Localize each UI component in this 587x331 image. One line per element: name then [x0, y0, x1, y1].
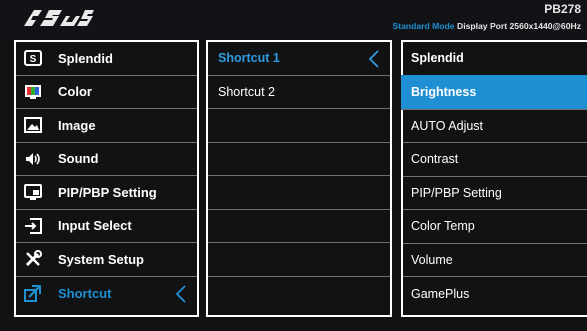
menu-item-image[interactable]: Image [16, 109, 197, 143]
option-label: Brightness [411, 84, 477, 99]
option-brightness[interactable]: Brightness [401, 74, 587, 110]
menu-label: Splendid [58, 50, 113, 66]
submenu-item-shortcut-1[interactable]: Shortcut 1 [208, 42, 390, 76]
submenu-empty-row [208, 243, 390, 277]
option-color-temp[interactable]: Color Temp [403, 210, 587, 244]
resolution-label: 2560x1440@60Hz [509, 21, 581, 31]
color-icon [24, 83, 42, 101]
menu-label: Color [58, 84, 92, 100]
asus-logo [24, 10, 94, 26]
svg-text:S: S [30, 54, 37, 65]
options-list: Splendid Brightness AUTO Adjust Contrast… [401, 40, 587, 317]
option-gameplus[interactable]: GamePlus [403, 277, 587, 311]
splendid-icon: S [24, 49, 42, 67]
option-label: Contrast [411, 152, 459, 167]
submenu-label: Shortcut 2 [218, 84, 275, 99]
shortcut-icon [24, 284, 42, 303]
mode-label: Standard Mode [392, 21, 455, 31]
option-label: GamePlus [411, 286, 470, 301]
submenu-empty-row [208, 176, 390, 210]
option-label: Splendid [411, 51, 464, 66]
option-pip-pbp-setting[interactable]: PIP/PBP Setting [403, 177, 587, 210]
option-contrast[interactable]: Contrast [403, 143, 587, 177]
option-volume[interactable]: Volume [403, 244, 587, 277]
menu-label: Sound [58, 151, 99, 167]
menu-item-system-setup[interactable]: System Setup [16, 243, 197, 277]
tools-icon [24, 250, 42, 268]
menu-label: PIP/PBP Setting [58, 184, 157, 200]
main-menu: S Splendid Color Image Sound PIP/PBP Set… [14, 40, 199, 317]
menu-item-input-select[interactable]: Input Select [16, 210, 197, 243]
input-icon [24, 217, 42, 235]
top-bar: PB278 Standard Mode Display Port 2560x14… [0, 0, 587, 35]
chevron-left-icon [175, 284, 186, 303]
option-label: Volume [411, 252, 453, 267]
menu-label: Shortcut [58, 285, 112, 301]
option-label: PIP/PBP Setting [411, 185, 502, 200]
menu-item-sound[interactable]: Sound [16, 143, 197, 176]
submenu-item-shortcut-2[interactable]: Shortcut 2 [208, 76, 390, 109]
menu-item-pip[interactable]: PIP/PBP Setting [16, 176, 197, 210]
option-auto-adjust[interactable]: AUTO Adjust [403, 110, 587, 143]
menu-item-color[interactable]: Color [16, 76, 197, 109]
submenu-label: Shortcut 1 [218, 51, 280, 66]
submenu-empty-row [208, 277, 390, 311]
option-label: AUTO Adjust [411, 118, 484, 133]
chevron-left-icon [368, 50, 379, 68]
submenu-empty-row [208, 143, 390, 176]
image-icon [24, 116, 42, 134]
option-label: Color Temp [411, 219, 475, 234]
option-splendid[interactable]: Splendid [403, 42, 587, 76]
menu-label: Input Select [58, 218, 132, 234]
pip-icon [24, 183, 42, 201]
menu-label: System Setup [58, 251, 144, 267]
submenu-empty-row [208, 109, 390, 143]
input-label: Display Port [456, 21, 508, 31]
menu-item-splendid[interactable]: S Splendid [16, 42, 197, 76]
menu-label: Image [58, 117, 96, 133]
speaker-icon [24, 150, 42, 168]
status-line: Standard Mode Display Port 2560x1440@60H… [393, 21, 581, 31]
model-name: PB278 [544, 2, 581, 16]
submenu: Shortcut 1 Shortcut 2 [206, 40, 392, 317]
menu-item-shortcut[interactable]: Shortcut [16, 277, 197, 311]
submenu-empty-row [208, 210, 390, 243]
